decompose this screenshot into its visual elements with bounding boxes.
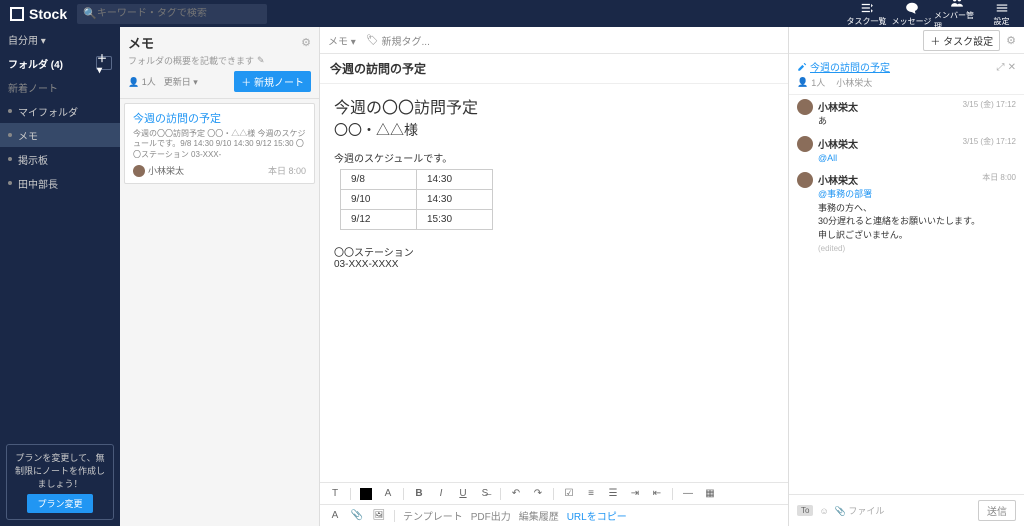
phone-text: 03-XXX-XXXX [334, 259, 774, 270]
table-cell: 9/8 [341, 170, 417, 190]
self-selector[interactable]: 自分用 ▾ [0, 27, 120, 51]
body-label: 今週のスケジュールです。 [334, 150, 774, 165]
chat-message: 小林栄太3/15 (金) 17:12@All [797, 136, 1016, 165]
bold-icon[interactable]: B [412, 487, 426, 501]
sidebar: 自分用 ▾ フォルダ (4) ＋▾ 新着ノート マイフォルダメモ掲示板田中部長 … [0, 27, 120, 526]
sidebar-item[interactable]: 田中部長 [0, 171, 120, 195]
search-input[interactable] [97, 8, 261, 19]
folder-desc[interactable]: フォルダの概要を記載できます✎ [128, 54, 311, 67]
color-swatch[interactable] [359, 487, 373, 501]
undo-icon[interactable]: ↶ [509, 487, 523, 501]
hr-icon[interactable]: — [681, 487, 695, 501]
format-toolbar: T A B I U S̶ ↶ ↷ ☑ ≡ ☰ ⇥ ⇤ — ▦ [320, 482, 788, 504]
highlight-icon[interactable]: A [381, 487, 395, 501]
italic-icon[interactable]: I [434, 487, 448, 501]
chat-message: 小林栄太3/15 (金) 17:12あ [797, 99, 1016, 128]
sidebar-item[interactable]: メモ [0, 123, 120, 147]
table-cell: 9/10 [341, 190, 417, 210]
table-cell: 14:30 [417, 170, 493, 190]
note-list-panel: メモ ⚙ フォルダの概要を記載できます✎ 👤 1人 更新日 ▾ ＋ 新規ノート … [120, 27, 320, 526]
number-list-icon[interactable]: ☰ [606, 487, 620, 501]
redo-icon[interactable]: ↷ [531, 487, 545, 501]
folder-gear-icon[interactable]: ⚙ [301, 36, 311, 49]
outdent-icon[interactable]: ⇤ [650, 487, 664, 501]
folder-header[interactable]: フォルダ (4) ＋▾ [0, 51, 120, 75]
note-gear-icon[interactable]: ⚙ [1006, 34, 1016, 47]
app-logo[interactable]: Stock [0, 6, 77, 22]
history-link[interactable]: 編集履歴 [519, 508, 559, 523]
avatar [797, 99, 813, 115]
people-count[interactable]: 👤 1人 [128, 75, 156, 88]
font-size-icon[interactable]: A [328, 509, 342, 523]
chat-input-bar: To ☺ 📎 ファイル 送信 [789, 494, 1024, 526]
emoji-icon[interactable]: ☺ [819, 506, 828, 516]
note-card-preview: 今週の〇〇訪問予定 〇〇・△△様 今週のスケジュールです。9/8 14:30 9… [133, 129, 306, 160]
table-cell: 15:30 [417, 210, 493, 230]
chat-panel: ＋ タスク設定 ⚙ 今週の訪問の予定 ⤢ ✕ 👤 1人 小林栄太 小林栄太3/1… [789, 27, 1024, 526]
image-icon[interactable]: 🖼 [372, 509, 386, 523]
indent-icon[interactable]: ⇥ [628, 487, 642, 501]
new-note-button[interactable]: ＋ 新規ノート [234, 71, 311, 92]
table-cell: 9/12 [341, 210, 417, 230]
text-tool-icon[interactable]: T [328, 487, 342, 501]
note-card-title: 今週の訪問の予定 [133, 110, 306, 126]
note-card[interactable]: 今週の訪問の予定 今週の〇〇訪問予定 〇〇・△△様 今週のスケジュールです。9/… [124, 103, 315, 184]
schedule-table: 9/814:309/1014:309/1215:30 [340, 169, 493, 230]
recent-notes[interactable]: 新着ノート [0, 75, 120, 99]
underline-icon[interactable]: U [456, 487, 470, 501]
table-cell: 14:30 [417, 190, 493, 210]
table-icon[interactable]: ▦ [703, 487, 717, 501]
tag-input[interactable]: 🏷 新規タグ... [366, 33, 430, 48]
plan-change-button[interactable]: プラン変更 [27, 494, 92, 513]
edit-icon [797, 62, 807, 72]
search-icon: 🔍 [83, 7, 97, 20]
sidebar-item[interactable]: 掲示板 [0, 147, 120, 171]
station-text: 〇〇ステーション [334, 244, 774, 259]
chat-title[interactable]: 今週の訪問の予定 [797, 59, 890, 74]
breadcrumb-tab[interactable]: メモ ▾ [328, 33, 356, 48]
close-icon[interactable]: ✕ [1008, 62, 1016, 73]
editor-footer: A 📎 🖼 テンプレート PDF出力 編集履歴 URLをコピー [320, 504, 788, 526]
pdf-link[interactable]: PDF出力 [471, 508, 511, 523]
avatar [797, 172, 813, 188]
to-badge[interactable]: To [797, 505, 813, 516]
bullet-list-icon[interactable]: ≡ [584, 487, 598, 501]
attach-icon[interactable]: 📎 ファイル [835, 504, 885, 517]
editor-panel: メモ ▾ 🏷 新規タグ... 今週の訪問の予定 今週の〇〇訪問予定 〇〇・△△様… [320, 27, 789, 526]
plan-upgrade-box: プランを変更して、無制限にノートを作成しましょう！ プラン変更 [6, 444, 114, 520]
task-set-button[interactable]: ＋ タスク設定 [923, 30, 1000, 51]
topbar: Stock 🔍 タスク一覧 メッセージ メンバー管理 設定 [0, 0, 1024, 27]
avatar [133, 165, 145, 177]
plan-text: プランを変更して、無制限にノートを作成しましょう！ [13, 451, 107, 490]
avatar [797, 136, 813, 152]
search-box[interactable]: 🔍 [77, 4, 267, 24]
sort-selector[interactable]: 更新日 ▾ [164, 75, 198, 88]
attachment-icon[interactable]: 📎 [350, 509, 364, 523]
strike-icon[interactable]: S̶ [478, 487, 492, 501]
chat-subtitle: 👤 1人 小林栄太 [797, 76, 1016, 89]
checklist-icon[interactable]: ☑ [562, 487, 576, 501]
body-heading: 今週の〇〇訪問予定 [334, 94, 774, 118]
add-folder-button[interactable]: ＋▾ [96, 56, 112, 70]
folder-title: メモ [128, 33, 154, 52]
note-title[interactable]: 今週の訪問の予定 [320, 54, 788, 84]
note-body[interactable]: 今週の〇〇訪問予定 〇〇・△△様 今週のスケジュールです。 9/814:309/… [320, 84, 788, 482]
note-card-author: 小林栄太 [133, 164, 184, 177]
note-card-date: 本日 8:00 [268, 164, 306, 177]
body-subheading: 〇〇・△△様 [334, 120, 774, 140]
expand-icon[interactable]: ⤢ [997, 62, 1005, 73]
logo-icon [10, 7, 24, 21]
sidebar-item[interactable]: マイフォルダ [0, 99, 120, 123]
send-button[interactable]: 送信 [978, 500, 1016, 521]
copy-url-link[interactable]: URLをコピー [567, 508, 627, 523]
chat-message: 小林栄太本日 8:00@事務の部署事務の方へ、30分遅れると連絡をお願いいたしま… [797, 172, 1016, 253]
app-name: Stock [29, 6, 67, 22]
template-link[interactable]: テンプレート [403, 508, 463, 523]
edit-icon[interactable]: ✎ [257, 55, 265, 66]
